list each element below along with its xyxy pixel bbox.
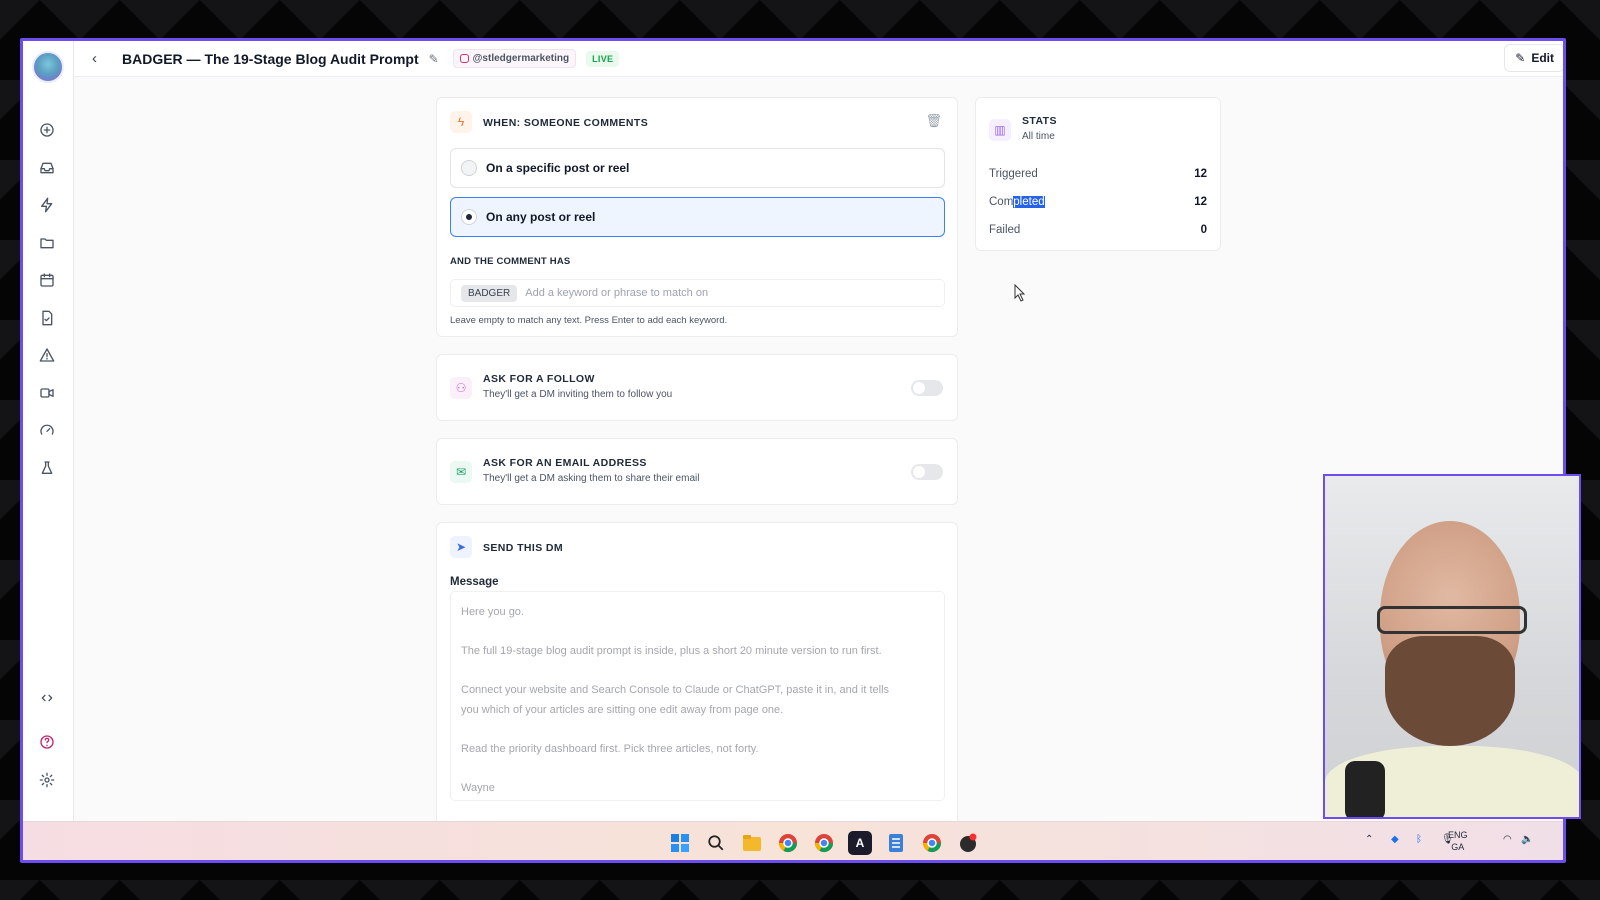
keyword-input[interactable] [525,287,906,299]
flask-icon[interactable] [38,459,56,477]
lightning-icon: ϟ [450,111,472,133]
gauge-icon[interactable] [38,421,56,439]
file-explorer-icon[interactable] [740,831,764,855]
app-a-icon[interactable]: A [848,831,872,855]
trigger-card: ϟ WHEN: SOMEONE COMMENTS 🗑 On a specific… [436,97,958,337]
stat-value: 0 [1200,224,1207,236]
folder-icon[interactable] [38,234,56,252]
follow-subtitle: They'll get a DM inviting them to follow… [483,389,673,400]
send-icon: ➤ [450,536,472,558]
message-textarea[interactable]: Here you go. The full 19-stage blog audi… [450,591,945,801]
message-label: Message [450,576,499,588]
automation-title: BADGER — The 19-Stage Blog Audit Prompt [122,50,419,67]
tray-app-icon[interactable]: ◆ [1391,834,1399,845]
stats-row-failed: Failed 0 [989,224,1207,236]
collapse-sidebar-icon[interactable] [38,689,56,707]
stat-value: 12 [1194,196,1207,208]
warning-icon[interactable] [38,346,56,364]
app-logo[interactable] [32,51,64,83]
email-title: ASK FOR AN EMAIL ADDRESS [483,457,647,469]
account-handle: @stledgermarketing [472,53,570,64]
mouse-cursor-icon [1014,284,1026,302]
edit-button[interactable]: ✎ Edit [1504,44,1563,72]
recording-app-icon[interactable] [956,831,980,855]
settings-gear-icon[interactable] [38,771,56,789]
stat-label: Triggered [989,168,1038,180]
comment-heading: AND THE COMMENT HAS [450,256,571,267]
pencil-icon: ✎ [1515,51,1526,65]
follow-card: ⚇ ASK FOR A FOLLOW They'll get a DM invi… [436,354,958,421]
follow-toggle[interactable] [911,380,943,396]
trash-icon[interactable]: 🗑 [925,113,942,129]
mail-icon: ✉ [450,461,472,483]
dm-card: ➤ SEND THIS DM Message Here you go. The … [436,522,958,821]
notepad-icon[interactable] [884,831,908,855]
account-badge[interactable]: @stledgermarketing [452,49,577,68]
stats-title: STATS [1022,115,1057,127]
radio-any-post[interactable] [461,209,477,225]
keyboard-layout: GA [1451,842,1465,852]
help-icon[interactable] [38,733,56,751]
stat-label: Failed [989,224,1021,236]
top-bar: ‹ BADGER — The 19-Stage Blog Audit Promp… [74,41,1563,77]
keyword-field[interactable]: BADGER [450,279,945,307]
bar-chart-icon: ▥ [989,119,1011,141]
webcam-overlay [1323,474,1581,819]
calendar-icon[interactable] [38,271,56,289]
message-line: Read the priority dashboard first. Pick … [461,743,759,755]
stat-value: 12 [1194,168,1207,180]
instagram-icon [459,54,469,63]
email-subtitle: They'll get a DM asking them to share th… [483,473,700,484]
add-user-icon: ⚇ [450,377,472,399]
email-toggle[interactable] [911,464,943,480]
message-line: The full 19-stage blog audit prompt is i… [461,645,882,657]
option-specific-post[interactable]: On a specific post or reel [450,148,945,188]
wifi-icon[interactable]: ◠ [1503,834,1512,845]
selected-text: pleted [1013,196,1045,208]
message-line: Here you go. [461,606,524,618]
rename-pencil-icon[interactable]: ✎ [429,52,439,66]
dm-title: SEND THIS DM [483,542,564,554]
microphone [1345,761,1385,817]
presenter-beard [1385,636,1515,746]
language-indicator[interactable]: ENG GA [1448,829,1468,853]
windows-start-icon[interactable] [668,831,692,855]
email-card: ✉ ASK FOR AN EMAIL ADDRESS They'll get a… [436,438,958,505]
chrome-icon[interactable] [920,831,944,855]
follow-title: ASK FOR A FOLLOW [483,373,595,385]
option-label: On any post or reel [486,210,596,224]
taskbar: A ⌃ ◆ ᛒ 🎙 ENG GA ◠ 🔈 [23,821,1563,860]
stats-period: All time [1022,131,1055,142]
add-icon[interactable] [38,121,56,139]
back-chevron-icon[interactable]: ‹ [92,50,108,67]
presenter-glasses [1377,606,1527,634]
radio-specific-post[interactable] [461,160,477,176]
option-any-post[interactable]: On any post or reel [450,197,945,237]
message-line: Wayne [461,782,495,794]
bluetooth-icon[interactable]: ᛒ [1416,834,1422,845]
stats-card: ▥ STATS All time Triggered 12 Completed … [975,97,1221,251]
message-line: you which of your articles are sitting o… [461,704,784,716]
stats-row-triggered: Triggered 12 [989,168,1207,180]
sidebar-rail [23,41,74,821]
inbox-icon[interactable] [38,159,56,177]
message-line: Connect your website and Search Console … [461,684,890,696]
tray-chevron-up-icon[interactable]: ⌃ [1365,834,1373,845]
video-icon[interactable] [38,384,56,402]
chrome-icon[interactable] [812,831,836,855]
search-icon[interactable] [704,831,728,855]
keyword-chip[interactable]: BADGER [461,284,518,302]
option-label: On a specific post or reel [486,161,630,175]
keyword-help: Leave empty to match any text. Press Ent… [450,315,728,326]
document-check-icon[interactable] [38,309,56,327]
lightning-icon[interactable] [38,196,56,214]
status-badge: LIVE [586,50,620,67]
volume-icon[interactable]: 🔈 [1521,834,1533,845]
stats-row-completed: Completed 12 [989,196,1207,208]
trigger-title: WHEN: SOMEONE COMMENTS [483,117,649,129]
edit-label: Edit [1531,51,1554,65]
chrome-icon[interactable] [776,831,800,855]
stat-label: Completed [989,196,1045,208]
lang-code: ENG [1448,830,1468,840]
